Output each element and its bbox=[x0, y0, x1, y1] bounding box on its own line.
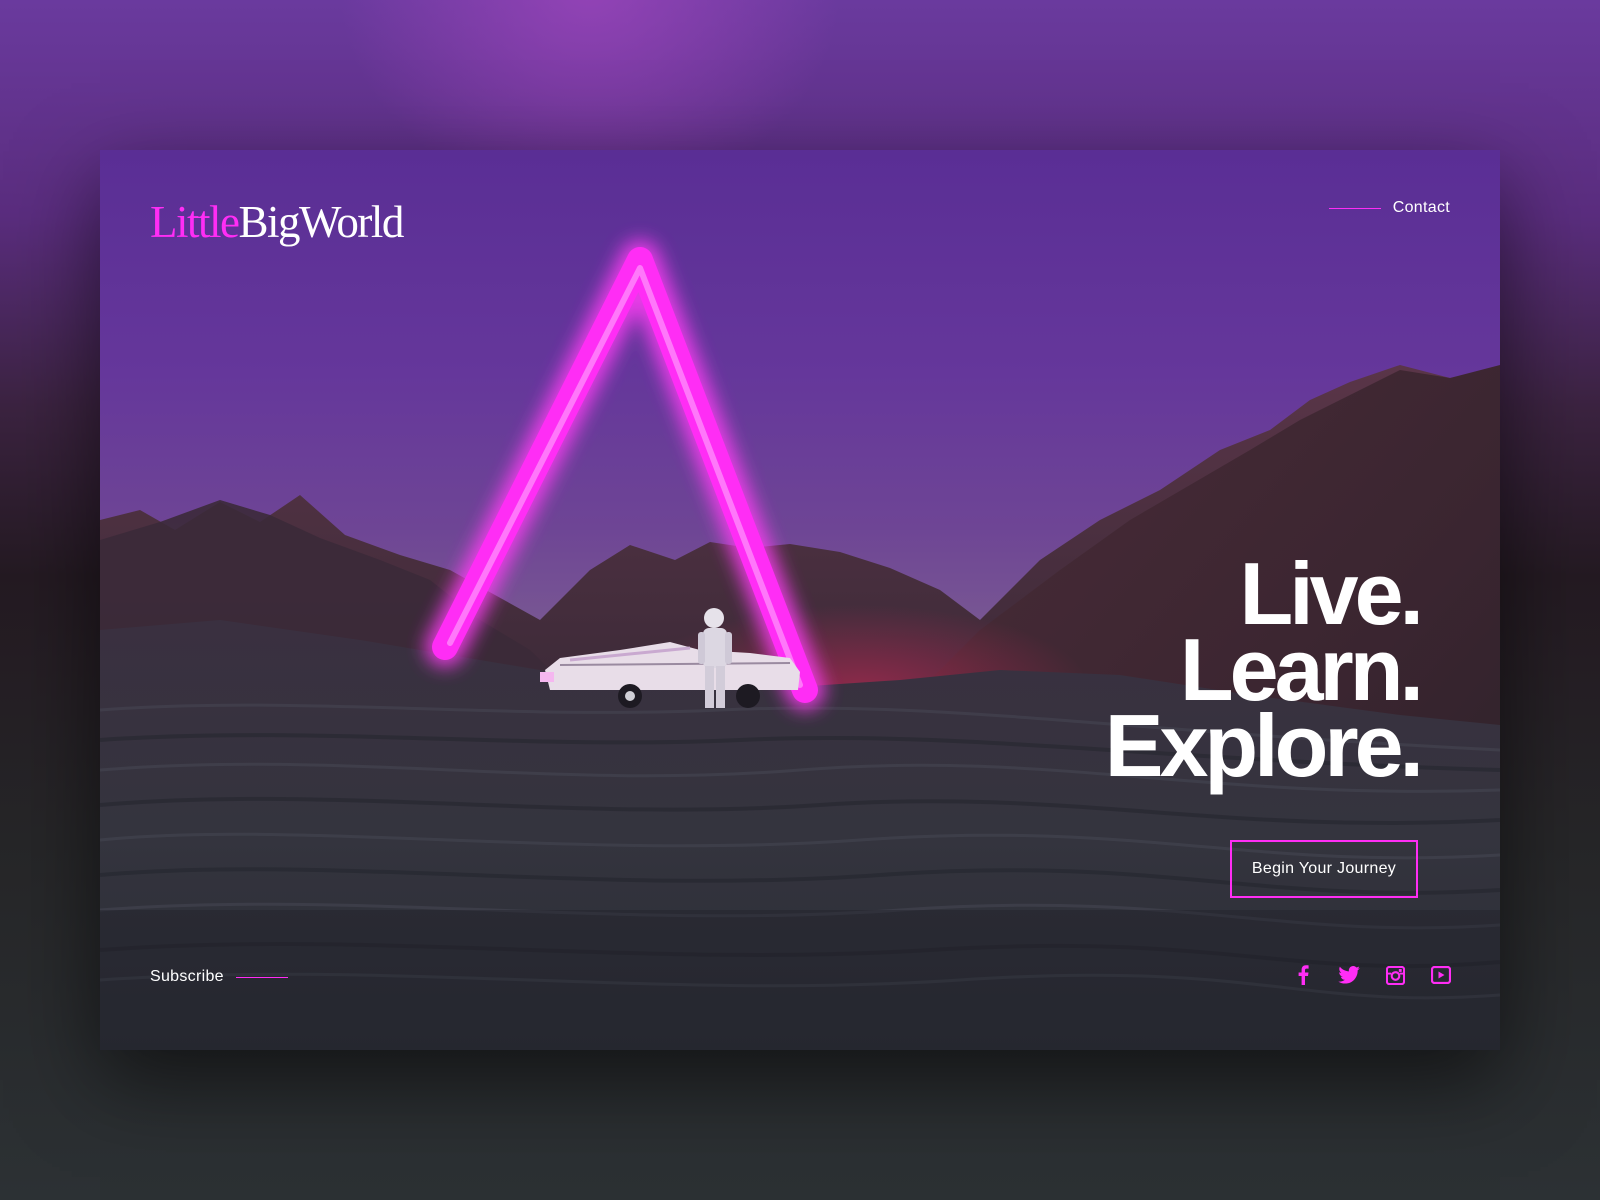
subscribe-label: Subscribe bbox=[150, 968, 224, 985]
twitter-icon[interactable] bbox=[1338, 964, 1360, 986]
brand-logo-part-1: Little bbox=[150, 197, 240, 247]
hero-headline: Live. Learn. Explore. bbox=[1104, 550, 1424, 795]
subscribe-accent-line bbox=[235, 976, 288, 978]
headline-line-explore: Explore. bbox=[1104, 696, 1424, 795]
brand-logo[interactable]: LittleBigWorld bbox=[150, 196, 404, 248]
youtube-icon[interactable] bbox=[1430, 964, 1452, 986]
subscribe-link[interactable]: Subscribe bbox=[150, 968, 288, 986]
social-links bbox=[1292, 964, 1452, 986]
facebook-icon[interactable] bbox=[1292, 964, 1314, 986]
landing-page-frame: LittleBigWorld Contact Live. Learn. Expl… bbox=[100, 150, 1500, 1050]
begin-journey-label: Begin Your Journey bbox=[1251, 860, 1397, 877]
contact-accent-line bbox=[1328, 207, 1381, 209]
instagram-icon[interactable] bbox=[1384, 964, 1406, 986]
begin-journey-button[interactable]: Begin Your Journey bbox=[1230, 840, 1418, 898]
brand-logo-part-2: BigWorld bbox=[238, 197, 404, 247]
contact-link[interactable]: Contact bbox=[1328, 199, 1450, 217]
contact-label: Contact bbox=[1392, 199, 1450, 216]
